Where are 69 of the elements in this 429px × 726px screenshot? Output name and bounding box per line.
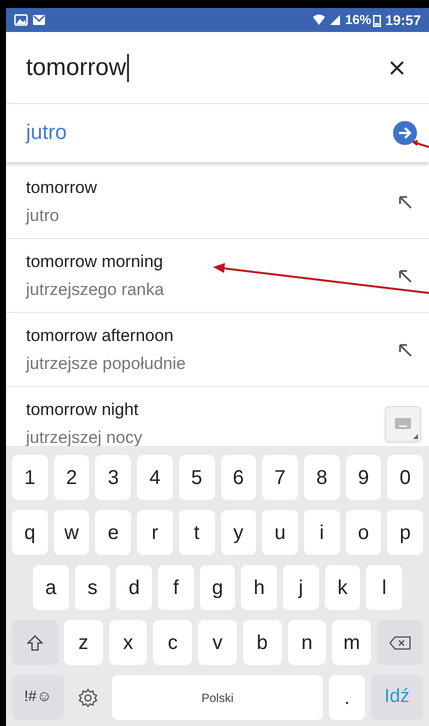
image-icon <box>14 14 28 26</box>
search-field[interactable]: tomorrow <box>26 50 389 86</box>
key[interactable]: . <box>329 675 365 720</box>
key[interactable]: j <box>283 565 319 610</box>
key[interactable]: 3 <box>95 455 132 500</box>
key[interactable]: 5 <box>178 455 215 500</box>
key[interactable]: 2 <box>54 455 90 500</box>
key[interactable]: g <box>200 565 236 610</box>
translation-result[interactable]: jutro <box>26 117 393 149</box>
backspace-icon <box>389 636 412 650</box>
key[interactable]: f <box>158 565 194 610</box>
key[interactable]: c <box>153 620 192 665</box>
key[interactable]: q <box>12 510 48 555</box>
shift-key[interactable] <box>12 620 58 665</box>
key[interactable]: 1 <box>12 455 48 500</box>
backspace-key[interactable] <box>377 620 424 665</box>
arrow-up-left-icon[interactable] <box>397 342 413 358</box>
corner-triangle-icon <box>413 434 418 438</box>
key[interactable]: r <box>137 510 173 555</box>
key[interactable]: 4 <box>137 455 173 500</box>
battery-percent: 16% <box>345 11 372 30</box>
key[interactable]: o <box>346 510 382 555</box>
keyboard-icon <box>395 418 411 429</box>
key[interactable]: k <box>324 565 360 610</box>
settings-icon <box>78 688 98 708</box>
key[interactable]: v <box>198 620 237 665</box>
wifi-icon <box>313 14 326 26</box>
key[interactable]: 8 <box>304 455 340 500</box>
suggestion-text[interactable]: tomorrow night <box>26 396 138 422</box>
key[interactable]: p <box>387 510 424 555</box>
key[interactable]: 7 <box>262 455 298 500</box>
suggestion-translation: jutrzejsze popołudnie <box>26 353 186 375</box>
keyboard-toggle-button[interactable] <box>385 406 421 442</box>
arrow-up-left-icon[interactable] <box>397 194 413 210</box>
key[interactable]: y <box>220 510 256 555</box>
key[interactable]: 9 <box>346 455 382 500</box>
suggestion-text[interactable]: tomorrow afternoon <box>26 322 174 348</box>
key[interactable]: 6 <box>220 455 256 500</box>
battery-icon <box>373 14 382 26</box>
space-key[interactable]: Polski <box>112 675 323 720</box>
arrow-up-left-icon[interactable] <box>397 268 413 284</box>
symbols-key[interactable]: !#☺ <box>12 675 64 720</box>
key[interactable]: w <box>54 510 90 555</box>
key[interactable]: d <box>116 565 152 610</box>
mail-icon <box>32 14 46 26</box>
key[interactable]: a <box>33 565 69 610</box>
arrow-circle-icon[interactable] <box>393 121 417 145</box>
key[interactable]: s <box>74 565 110 610</box>
key[interactable]: t <box>178 510 215 555</box>
suggestion-translation: jutrzejszego ranka <box>26 279 164 301</box>
key[interactable]: b <box>242 620 282 665</box>
key[interactable]: n <box>288 620 326 665</box>
key[interactable]: 0 <box>387 455 424 500</box>
key[interactable]: u <box>262 510 298 555</box>
key[interactable]: z <box>64 620 103 665</box>
key[interactable]: i <box>304 510 340 555</box>
annotation-arrow <box>411 138 429 148</box>
clock: 19:57 <box>385 10 421 30</box>
key[interactable]: l <box>366 565 402 610</box>
key[interactable]: e <box>95 510 132 555</box>
signal-icon <box>329 14 342 26</box>
key[interactable]: x <box>108 620 148 665</box>
close-icon[interactable] <box>389 60 405 76</box>
shift-icon <box>27 634 43 650</box>
suggestion-text[interactable]: tomorrow <box>26 174 97 200</box>
suggestion-text[interactable]: tomorrow morning <box>26 248 163 274</box>
key[interactable]: m <box>332 620 372 665</box>
suggestion-translation: jutro <box>26 205 60 227</box>
key[interactable]: h <box>241 565 278 610</box>
